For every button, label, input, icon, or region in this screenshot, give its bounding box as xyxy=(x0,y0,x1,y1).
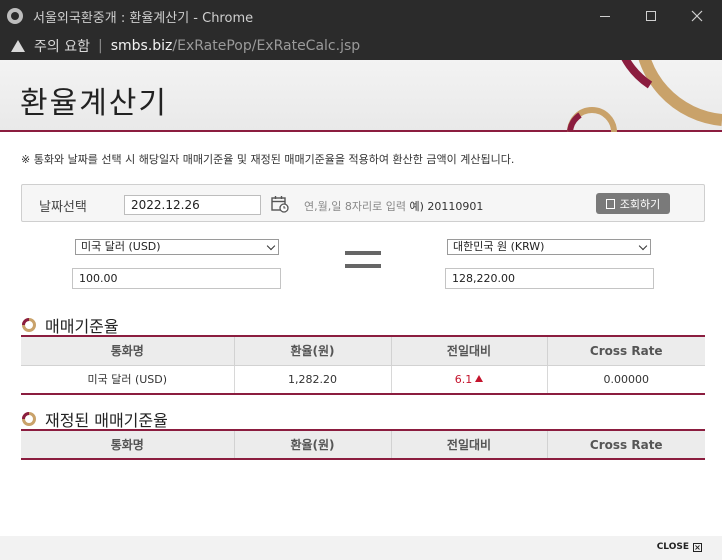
from-currency-value: 미국 달러 (USD) xyxy=(81,240,161,253)
popup-footer: CLOSE × xyxy=(0,536,722,560)
column-header: 전일대비 xyxy=(390,336,547,365)
section-title-base-rate: 매매기준율 xyxy=(21,313,119,337)
close-box-icon: × xyxy=(693,542,702,552)
search-button-label: 조회하기 xyxy=(619,197,661,211)
url-path[interactable]: /ExRatePop/ExRateCalc.jsp xyxy=(172,38,360,54)
arbitraged-rate-table: 통화명 환율(원) 전일대비 Cross Rate xyxy=(21,429,705,460)
change-value: 6.1 xyxy=(454,372,473,386)
equals-sign xyxy=(345,251,381,277)
close-icon xyxy=(691,10,703,22)
ring-bullet-icon xyxy=(22,412,36,426)
header-decoration xyxy=(567,60,722,132)
base-rate-table: 통화명 환율(원) 전일대비 Cross Rate 미국 달러 (USD) 1,… xyxy=(21,335,705,395)
cross-rate-cell: 0.00000 xyxy=(546,365,705,394)
address-bar[interactable]: 주의 요함 | smbs.biz/ExRatePop/ExRateCalc.js… xyxy=(0,32,722,60)
chevron-down-icon xyxy=(266,241,276,251)
column-header: Cross Rate xyxy=(546,336,705,365)
minimize-icon xyxy=(600,15,610,17)
close-popup-button[interactable]: CLOSE × xyxy=(657,542,702,552)
rate-cell: 1,282.20 xyxy=(233,365,391,394)
page-title: 환율계산기 xyxy=(20,86,168,121)
currency-cell: 미국 달러 (USD) xyxy=(87,373,168,387)
page-content: 환율계산기 ※ 통화와 날짜를 선택 시 해당일자 매매기준율 및 재정된 매매… xyxy=(0,60,722,560)
change-cell: 6.1 xyxy=(390,365,547,394)
maximize-icon xyxy=(646,11,656,21)
from-amount-input[interactable]: 100.00 xyxy=(72,268,281,289)
date-hint-text: 연,월,일 8자리로 입력 xyxy=(304,200,406,213)
from-currency-select[interactable]: 미국 달러 (USD) xyxy=(75,239,279,255)
date-label: 날짜선택 xyxy=(39,200,87,215)
document-icon xyxy=(605,198,615,209)
close-label: CLOSE xyxy=(656,542,689,552)
chevron-down-icon xyxy=(638,241,648,251)
close-window-button[interactable] xyxy=(674,0,720,32)
column-header: 환율(원) xyxy=(233,336,391,365)
page-header: 환율계산기 xyxy=(0,60,722,132)
column-header: 통화명 xyxy=(21,430,234,459)
section-title-arbitraged-rate: 재정된 매매기준율 xyxy=(21,407,168,431)
minimize-button[interactable] xyxy=(582,0,628,32)
globe-icon xyxy=(7,8,23,24)
section-title-text: 매매기준율 xyxy=(45,317,119,336)
security-label[interactable]: 주의 요함 xyxy=(34,36,90,56)
window-titlebar: 서울외국환중개 : 환율계산기 - Chrome xyxy=(0,0,722,32)
window-title: 서울외국환중개 : 환율계산기 - Chrome xyxy=(33,10,254,26)
to-amount-input[interactable]: 128,220.00 xyxy=(445,268,654,289)
to-currency-select[interactable]: 대한민국 원 (KRW) xyxy=(447,239,651,255)
ring-bullet-icon xyxy=(22,318,36,332)
date-search-box: 날짜선택 2022.12.26 연,월,일 8자리로 입력 예) 2011090… xyxy=(21,184,705,222)
calendar-icon[interactable] xyxy=(271,195,289,213)
url-host[interactable]: smbs.biz xyxy=(111,38,173,54)
address-separator: | xyxy=(97,38,103,54)
date-hint-example: 예) 20110901 xyxy=(409,200,484,213)
maximize-button[interactable] xyxy=(628,0,674,32)
column-header: Cross Rate xyxy=(546,430,705,459)
date-input[interactable]: 2022.12.26 xyxy=(124,195,261,215)
notice-text: ※ 통화와 날짜를 선택 시 해당일자 매매기준율 및 재정된 매매기준율을 적… xyxy=(21,153,515,166)
table-header-row: 통화명 환율(원) 전일대비 Cross Rate xyxy=(21,336,705,365)
table-row: 미국 달러 (USD) 1,282.20 6.1 0.00000 xyxy=(21,365,705,394)
up-triangle-icon xyxy=(475,374,484,382)
section-title-text: 재정된 매매기준율 xyxy=(45,411,168,430)
to-currency-value: 대한민국 원 (KRW) xyxy=(453,240,545,253)
date-hint: 연,월,일 8자리로 입력 예) 20110901 xyxy=(304,198,483,214)
column-header: 전일대비 xyxy=(390,430,547,459)
search-button[interactable]: 조회하기 xyxy=(596,193,670,214)
table-header-row: 통화명 환율(원) 전일대비 Cross Rate xyxy=(21,430,705,459)
column-header: 통화명 xyxy=(21,336,234,365)
column-header: 환율(원) xyxy=(233,430,391,459)
warning-icon[interactable] xyxy=(11,40,25,52)
